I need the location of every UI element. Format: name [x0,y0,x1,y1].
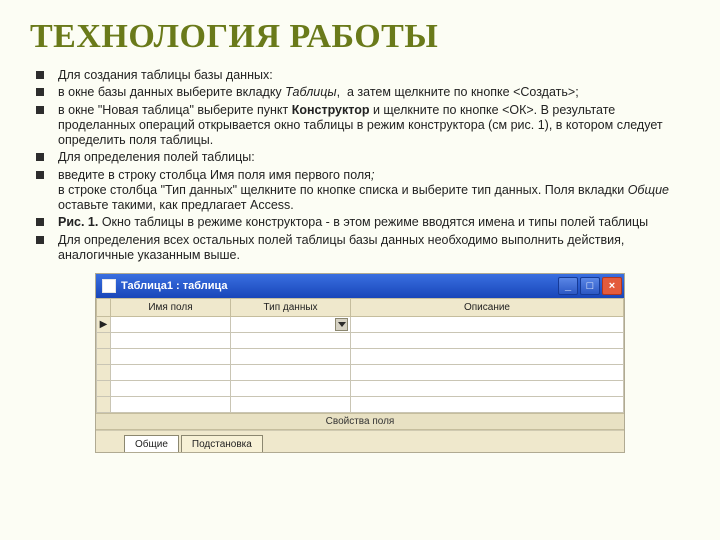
cell-description[interactable] [351,381,624,397]
table-row[interactable] [97,349,624,365]
bullet-item: Рис. 1. Окно таблицы в режиме конструкто… [36,215,688,230]
cell-data-type[interactable] [231,365,351,381]
bullet-item: введите в строку столбца Имя поля имя пе… [36,168,688,214]
cell-description[interactable] [351,365,624,381]
cell-description[interactable] [351,397,624,413]
tab-general[interactable]: Общие [124,435,179,452]
col-header-desc[interactable]: Описание [351,299,624,317]
window-icon [102,279,116,293]
table-row[interactable] [97,381,624,397]
cell-field-name[interactable] [111,317,231,333]
cell-data-type[interactable] [231,349,351,365]
row-header[interactable] [97,365,111,381]
maximize-button[interactable]: □ [580,277,600,295]
type-dropdown-icon[interactable] [335,318,348,331]
row-header[interactable]: ▶ [97,317,111,333]
bullet-item: в окне базы данных выберите вкладку Табл… [36,85,688,100]
cell-description[interactable] [351,349,624,365]
col-header-name[interactable]: Имя поля [111,299,231,317]
cell-field-name[interactable] [111,349,231,365]
designer-grid[interactable]: Имя поля Тип данных Описание ▶ [96,298,624,413]
table-row[interactable] [97,365,624,381]
row-header[interactable] [97,397,111,413]
figure-window: Таблица1 : таблица _ □ × [95,273,625,453]
bullet-item: Для определения всех остальных полей таб… [36,233,688,264]
window-caption: Таблица1 : таблица [121,280,558,292]
minimize-button[interactable]: _ [558,277,578,295]
window-titlebar: Таблица1 : таблица _ □ × [96,274,624,298]
properties-bar: Свойства поля [96,413,624,430]
cell-field-name[interactable] [111,365,231,381]
cell-data-type[interactable] [231,317,351,333]
bullet-list: Для создания таблицы базы данных: в окне … [30,68,690,263]
cell-data-type[interactable] [231,397,351,413]
close-button[interactable]: × [602,277,622,295]
bullet-item: в окне "Новая таблица" выберите пункт Ко… [36,103,688,149]
property-tabs: Общие Подстановка [96,430,624,452]
table-row[interactable] [97,397,624,413]
cell-field-name[interactable] [111,333,231,349]
cell-data-type[interactable] [231,381,351,397]
row-header[interactable] [97,349,111,365]
cell-field-name[interactable] [111,397,231,413]
row-header[interactable] [97,381,111,397]
page-title: ТЕХНОЛОГИЯ РАБОТЫ [30,18,690,56]
tab-lookup[interactable]: Подстановка [181,435,263,452]
bullet-item: Для создания таблицы базы данных: [36,68,688,83]
table-row[interactable]: ▶ [97,317,624,333]
cell-field-name[interactable] [111,381,231,397]
bullet-item: Для определения полей таблицы: [36,150,688,165]
cell-description[interactable] [351,333,624,349]
row-header[interactable] [97,333,111,349]
cell-data-type[interactable] [231,333,351,349]
corner-cell [97,299,111,317]
cell-description[interactable] [351,317,624,333]
table-row[interactable] [97,333,624,349]
grid-body[interactable]: ▶ [97,317,624,413]
col-header-type[interactable]: Тип данных [231,299,351,317]
